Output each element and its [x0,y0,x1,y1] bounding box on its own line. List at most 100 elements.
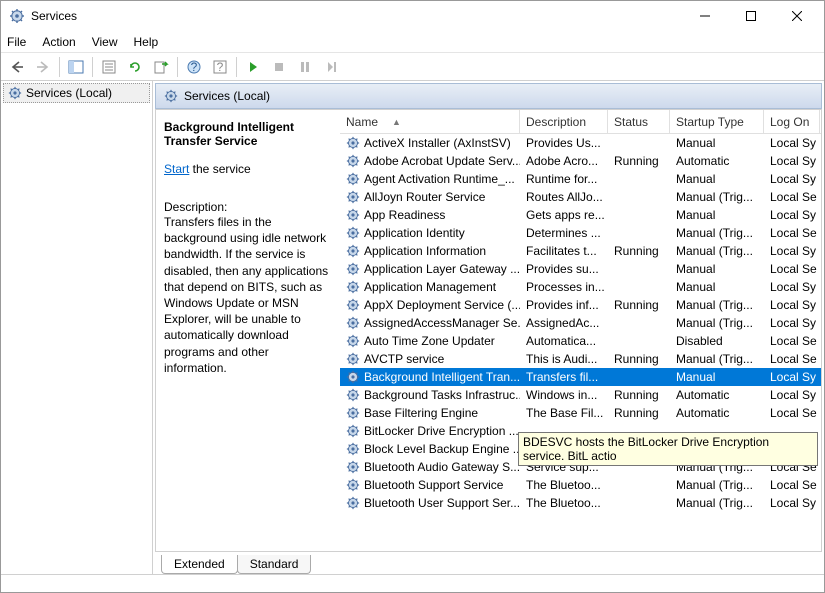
cell-desc: Routes AllJo... [520,190,608,204]
gear-icon [346,334,360,348]
cell-startup: Manual [670,208,764,222]
menu-view[interactable]: View [92,35,118,49]
close-button[interactable] [774,1,820,31]
col-startup[interactable]: Startup Type [670,110,764,133]
tooltip: BDESVC hosts the BitLocker Drive Encrypt… [518,432,818,466]
cell-logon: Local Sy [764,316,820,330]
cell-startup: Manual (Trig... [670,244,764,258]
window-title: Services [31,9,682,23]
restart-service-button[interactable] [319,55,343,79]
table-row[interactable]: Background Tasks Infrastruc...Windows in… [340,386,821,404]
cell-startup: Manual (Trig... [670,298,764,312]
table-row[interactable]: Background Intelligent Tran...Transfers … [340,368,821,386]
cell-logon: Local Sy [764,280,820,294]
maximize-button[interactable] [728,1,774,31]
gear-icon [346,388,360,402]
help-tool-button[interactable]: ? [208,55,232,79]
show-hide-button[interactable] [64,55,88,79]
gear-icon [346,442,360,456]
col-status[interactable]: Status [608,110,670,133]
cell-name: Background Tasks Infrastruc... [364,388,520,402]
cell-name: Application Layer Gateway ... [364,262,520,276]
col-description[interactable]: Description [520,110,608,133]
cell-logon: Local Se [764,226,820,240]
table-header: Name▲ Description Status Startup Type Lo… [340,110,821,134]
cell-name: Background Intelligent Tran... [364,370,520,384]
menu-file[interactable]: File [7,35,26,49]
cell-desc: Provides Us... [520,136,608,150]
cell-logon: Local Sy [764,154,820,168]
cell-desc: Provides su... [520,262,608,276]
gear-icon [164,89,178,103]
cell-logon: Local Se [764,334,820,348]
minimize-button[interactable] [682,1,728,31]
start-service-button[interactable] [241,55,265,79]
cell-desc: Facilitates t... [520,244,608,258]
cell-name: Bluetooth User Support Ser... [364,496,520,510]
cell-name: Bluetooth Audio Gateway S... [364,460,520,474]
cell-desc: Transfers fil... [520,370,608,384]
gear-icon [346,316,360,330]
table-row[interactable]: Auto Time Zone UpdaterAutomatica...Disab… [340,332,821,350]
tab-standard[interactable]: Standard [237,555,312,574]
table-row[interactable]: AppX Deployment Service (...Provides inf… [340,296,821,314]
table-row[interactable]: Application ManagementProcesses in...Man… [340,278,821,296]
help-button[interactable]: ? [182,55,206,79]
table-row[interactable]: AVCTP serviceThis is Audi...RunningManua… [340,350,821,368]
gear-icon [346,496,360,510]
cell-desc: The Bluetoo... [520,496,608,510]
cell-name: Auto Time Zone Updater [364,334,495,348]
tree-item-services-local[interactable]: Services (Local) [3,83,150,103]
selected-service-name: Background Intelligent Transfer Service [164,120,330,148]
cell-name: Block Level Backup Engine ... [364,442,520,456]
properties-button[interactable] [97,55,121,79]
cell-status: Running [608,406,670,420]
table-row[interactable]: Application InformationFacilitates t...R… [340,242,821,260]
menu-help[interactable]: Help [134,35,159,49]
gear-icon [346,460,360,474]
svg-text:?: ? [191,60,198,74]
start-link[interactable]: Start [164,162,189,176]
cell-startup: Manual (Trig... [670,316,764,330]
table-row[interactable]: AssignedAccessManager Se...AssignedAc...… [340,314,821,332]
detail-panel: Background Intelligent Transfer Service … [156,110,340,551]
col-name[interactable]: Name▲ [340,110,520,133]
cell-logon: Local Sy [764,388,820,402]
services-table: Name▲ Description Status Startup Type Lo… [340,110,821,551]
cell-desc: Gets apps re... [520,208,608,222]
cell-name: AVCTP service [364,352,444,366]
stop-service-button[interactable] [267,55,291,79]
table-row[interactable]: Bluetooth User Support Ser...The Bluetoo… [340,494,821,512]
table-row[interactable]: Base Filtering EngineThe Base Fil...Runn… [340,404,821,422]
back-button[interactable] [5,55,29,79]
gear-icon [346,190,360,204]
tab-extended[interactable]: Extended [161,555,238,574]
table-row[interactable]: App ReadinessGets apps re...ManualLocal … [340,206,821,224]
forward-button[interactable] [31,55,55,79]
gear-icon [346,280,360,294]
table-row[interactable]: Adobe Acrobat Update Serv...Adobe Acro..… [340,152,821,170]
col-logon[interactable]: Log On [764,110,820,133]
table-row[interactable]: Application IdentityDetermines ...Manual… [340,224,821,242]
cell-name: AppX Deployment Service (... [364,298,520,312]
cell-logon: Local Sy [764,208,820,222]
table-row[interactable]: Application Layer Gateway ...Provides su… [340,260,821,278]
panel-title: Services (Local) [184,89,270,103]
table-row[interactable]: Agent Activation Runtime_...Runtime for.… [340,170,821,188]
cell-desc: Determines ... [520,226,608,240]
table-row[interactable]: ActiveX Installer (AxInstSV) Provides Us.… [340,134,821,152]
cell-status: Running [608,154,670,168]
cell-startup: Manual (Trig... [670,226,764,240]
gear-icon [346,352,360,366]
refresh-button[interactable] [123,55,147,79]
table-row[interactable]: Bluetooth Support ServiceThe Bluetoo...M… [340,476,821,494]
export-button[interactable] [149,55,173,79]
cell-name: ActiveX Installer (AxInstSV) [364,136,511,150]
table-row[interactable]: AllJoyn Router ServiceRoutes AllJo...Man… [340,188,821,206]
gear-icon [346,478,360,492]
cell-startup: Manual [670,280,764,294]
pause-service-button[interactable] [293,55,317,79]
cell-status: Running [608,352,670,366]
cell-startup: Manual (Trig... [670,496,764,510]
menu-action[interactable]: Action [42,35,75,49]
